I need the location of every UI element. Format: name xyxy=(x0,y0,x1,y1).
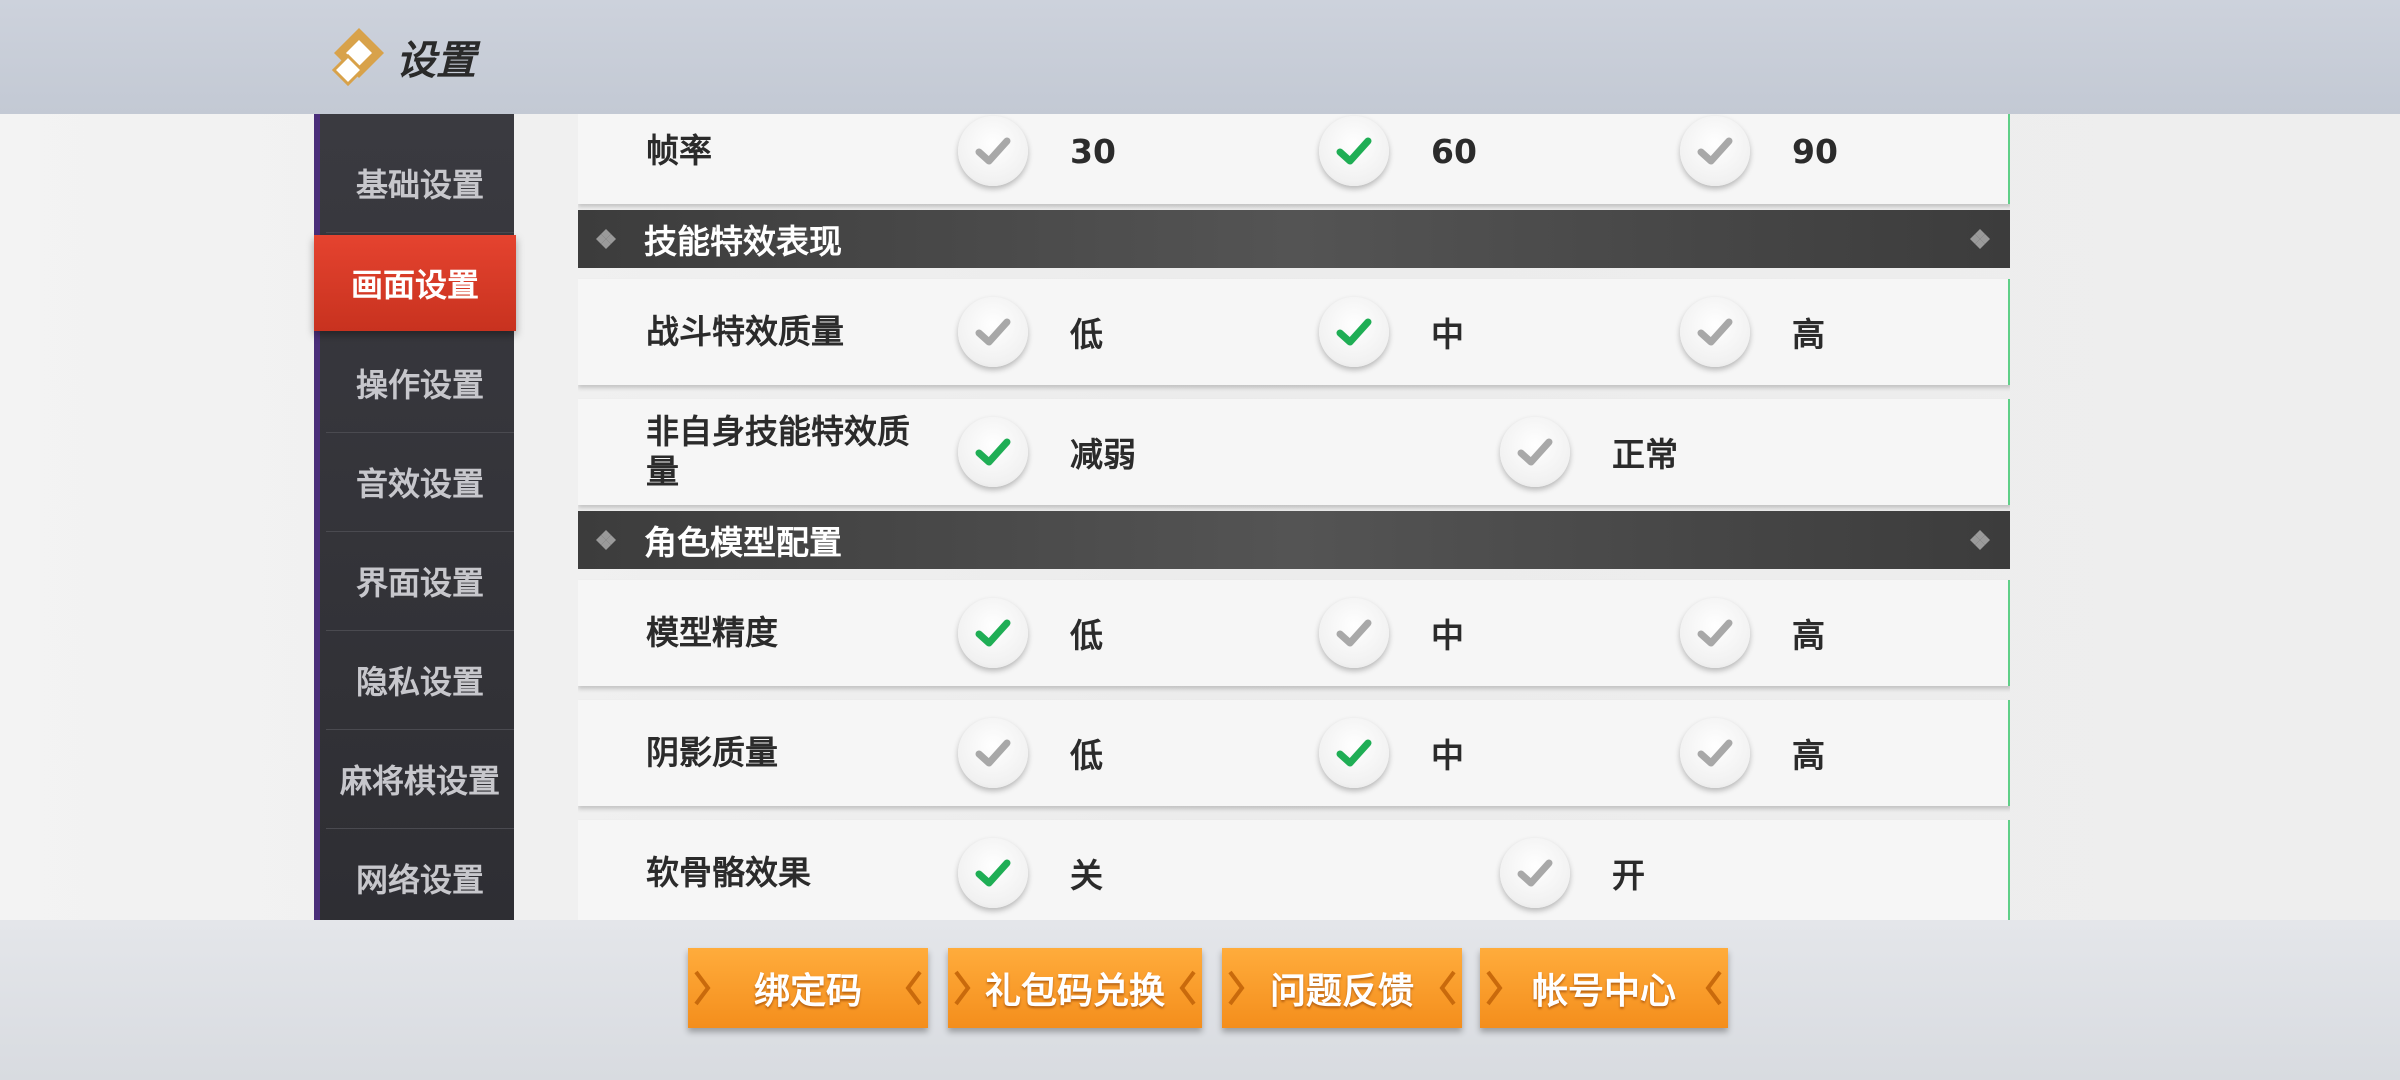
chevron-right-icon xyxy=(954,970,971,1006)
feedback-button[interactable]: 问题反馈 xyxy=(1222,948,1462,1028)
checkbox-unchecked-icon[interactable] xyxy=(1500,417,1570,487)
option-medium[interactable]: 中 xyxy=(1319,297,1464,367)
setting-row-model-precision: 模型精度 低 中 高 xyxy=(578,580,2010,686)
chevron-right-icon xyxy=(1486,970,1503,1006)
chevron-right-icon xyxy=(1228,970,1245,1006)
checkbox-unchecked-icon[interactable] xyxy=(1500,838,1570,908)
checkbox-checked-icon[interactable] xyxy=(1319,116,1389,186)
settings-content: 帧率 30 60 90 技能特效表现 战斗特效质量 低 中 高 非自身技能特效质… xyxy=(578,114,2010,920)
checkbox-checked-icon[interactable] xyxy=(958,598,1028,668)
checkbox-unchecked-icon[interactable] xyxy=(958,116,1028,186)
chevron-right-icon xyxy=(694,970,711,1006)
checkbox-unchecked-icon[interactable] xyxy=(1680,116,1750,186)
sidebar-item-network[interactable]: 网络设置 xyxy=(326,829,514,927)
sidebar-item-interface[interactable]: 界面设置 xyxy=(326,532,514,631)
header-bar: 设置 xyxy=(0,0,2400,114)
option-high[interactable]: 高 xyxy=(1680,297,1825,367)
option-medium[interactable]: 中 xyxy=(1319,718,1464,788)
sidebar-item-controls[interactable]: 操作设置 xyxy=(326,334,514,433)
setting-label: 模型精度 xyxy=(646,613,778,652)
option-high[interactable]: 高 xyxy=(1680,598,1825,668)
section-header-skill-fx: 技能特效表现 xyxy=(578,210,2010,268)
checkbox-checked-icon[interactable] xyxy=(958,838,1028,908)
option-off[interactable]: 关 xyxy=(958,838,1103,908)
diamond-ornament-icon xyxy=(1970,229,1990,249)
settings-diamond-icon xyxy=(332,28,384,87)
checkbox-unchecked-icon[interactable] xyxy=(1680,598,1750,668)
checkbox-unchecked-icon[interactable] xyxy=(1680,718,1750,788)
option-medium[interactable]: 中 xyxy=(1319,598,1464,668)
account-center-button[interactable]: 帐号中心 xyxy=(1480,948,1728,1028)
option-low[interactable]: 低 xyxy=(958,297,1103,367)
chevron-left-icon xyxy=(1179,970,1196,1006)
option-low[interactable]: 低 xyxy=(958,718,1103,788)
checkbox-checked-icon[interactable] xyxy=(1319,718,1389,788)
setting-row-other-skill-fx: 非自身技能特效质量 减弱 正常 xyxy=(578,399,2010,505)
setting-row-soft-bone: 软骨骼效果 关 开 xyxy=(578,820,2010,920)
gift-code-button[interactable]: 礼包码兑换 xyxy=(948,948,1202,1028)
diamond-ornament-icon xyxy=(1970,530,1990,550)
sidebar-item-mahjong[interactable]: 麻将棋设置 xyxy=(326,730,514,829)
bind-code-button[interactable]: 绑定码 xyxy=(688,948,928,1028)
setting-row-frame-rate: 帧率 30 60 90 xyxy=(578,114,2010,204)
page-title: 设置 xyxy=(396,38,476,84)
setting-label: 软骨骼效果 xyxy=(646,853,811,892)
diamond-ornament-icon xyxy=(596,229,616,249)
checkbox-checked-icon[interactable] xyxy=(958,417,1028,487)
option-on[interactable]: 开 xyxy=(1500,838,1645,908)
option-normal[interactable]: 正常 xyxy=(1500,417,1678,487)
option-30[interactable]: 30 xyxy=(958,116,1116,186)
sidebar-item-graphics[interactable]: 画面设置 xyxy=(314,235,516,331)
setting-label: 帧率 xyxy=(646,131,712,170)
sidebar-item-privacy[interactable]: 隐私设置 xyxy=(326,631,514,730)
settings-sidebar: 基础设置 画面设置 操作设置 音效设置 界面设置 隐私设置 麻将棋设置 网络设置 xyxy=(314,114,516,920)
checkbox-unchecked-icon[interactable] xyxy=(958,297,1028,367)
checkbox-unchecked-icon[interactable] xyxy=(1680,297,1750,367)
setting-row-combat-fx: 战斗特效质量 低 中 高 xyxy=(578,279,2010,385)
checkbox-unchecked-icon[interactable] xyxy=(958,718,1028,788)
setting-label: 非自身技能特效质量 xyxy=(646,412,910,491)
chevron-left-icon xyxy=(1705,970,1722,1006)
option-90[interactable]: 90 xyxy=(1680,116,1838,186)
sidebar-item-audio[interactable]: 音效设置 xyxy=(326,433,514,532)
setting-label: 阴影质量 xyxy=(646,733,778,772)
checkbox-unchecked-icon[interactable] xyxy=(1319,598,1389,668)
chevron-left-icon xyxy=(1439,970,1456,1006)
checkbox-checked-icon[interactable] xyxy=(1319,297,1389,367)
diamond-ornament-icon xyxy=(596,530,616,550)
section-header-model-config: 角色模型配置 xyxy=(578,511,2010,569)
option-low[interactable]: 低 xyxy=(958,598,1103,668)
option-60[interactable]: 60 xyxy=(1319,116,1477,186)
option-high[interactable]: 高 xyxy=(1680,718,1825,788)
setting-label: 战斗特效质量 xyxy=(646,312,844,351)
sidebar-item-basic[interactable]: 基础设置 xyxy=(326,134,514,233)
option-reduced[interactable]: 减弱 xyxy=(958,417,1136,487)
setting-row-shadow-quality: 阴影质量 低 中 高 xyxy=(578,700,2010,806)
chevron-left-icon xyxy=(905,970,922,1006)
